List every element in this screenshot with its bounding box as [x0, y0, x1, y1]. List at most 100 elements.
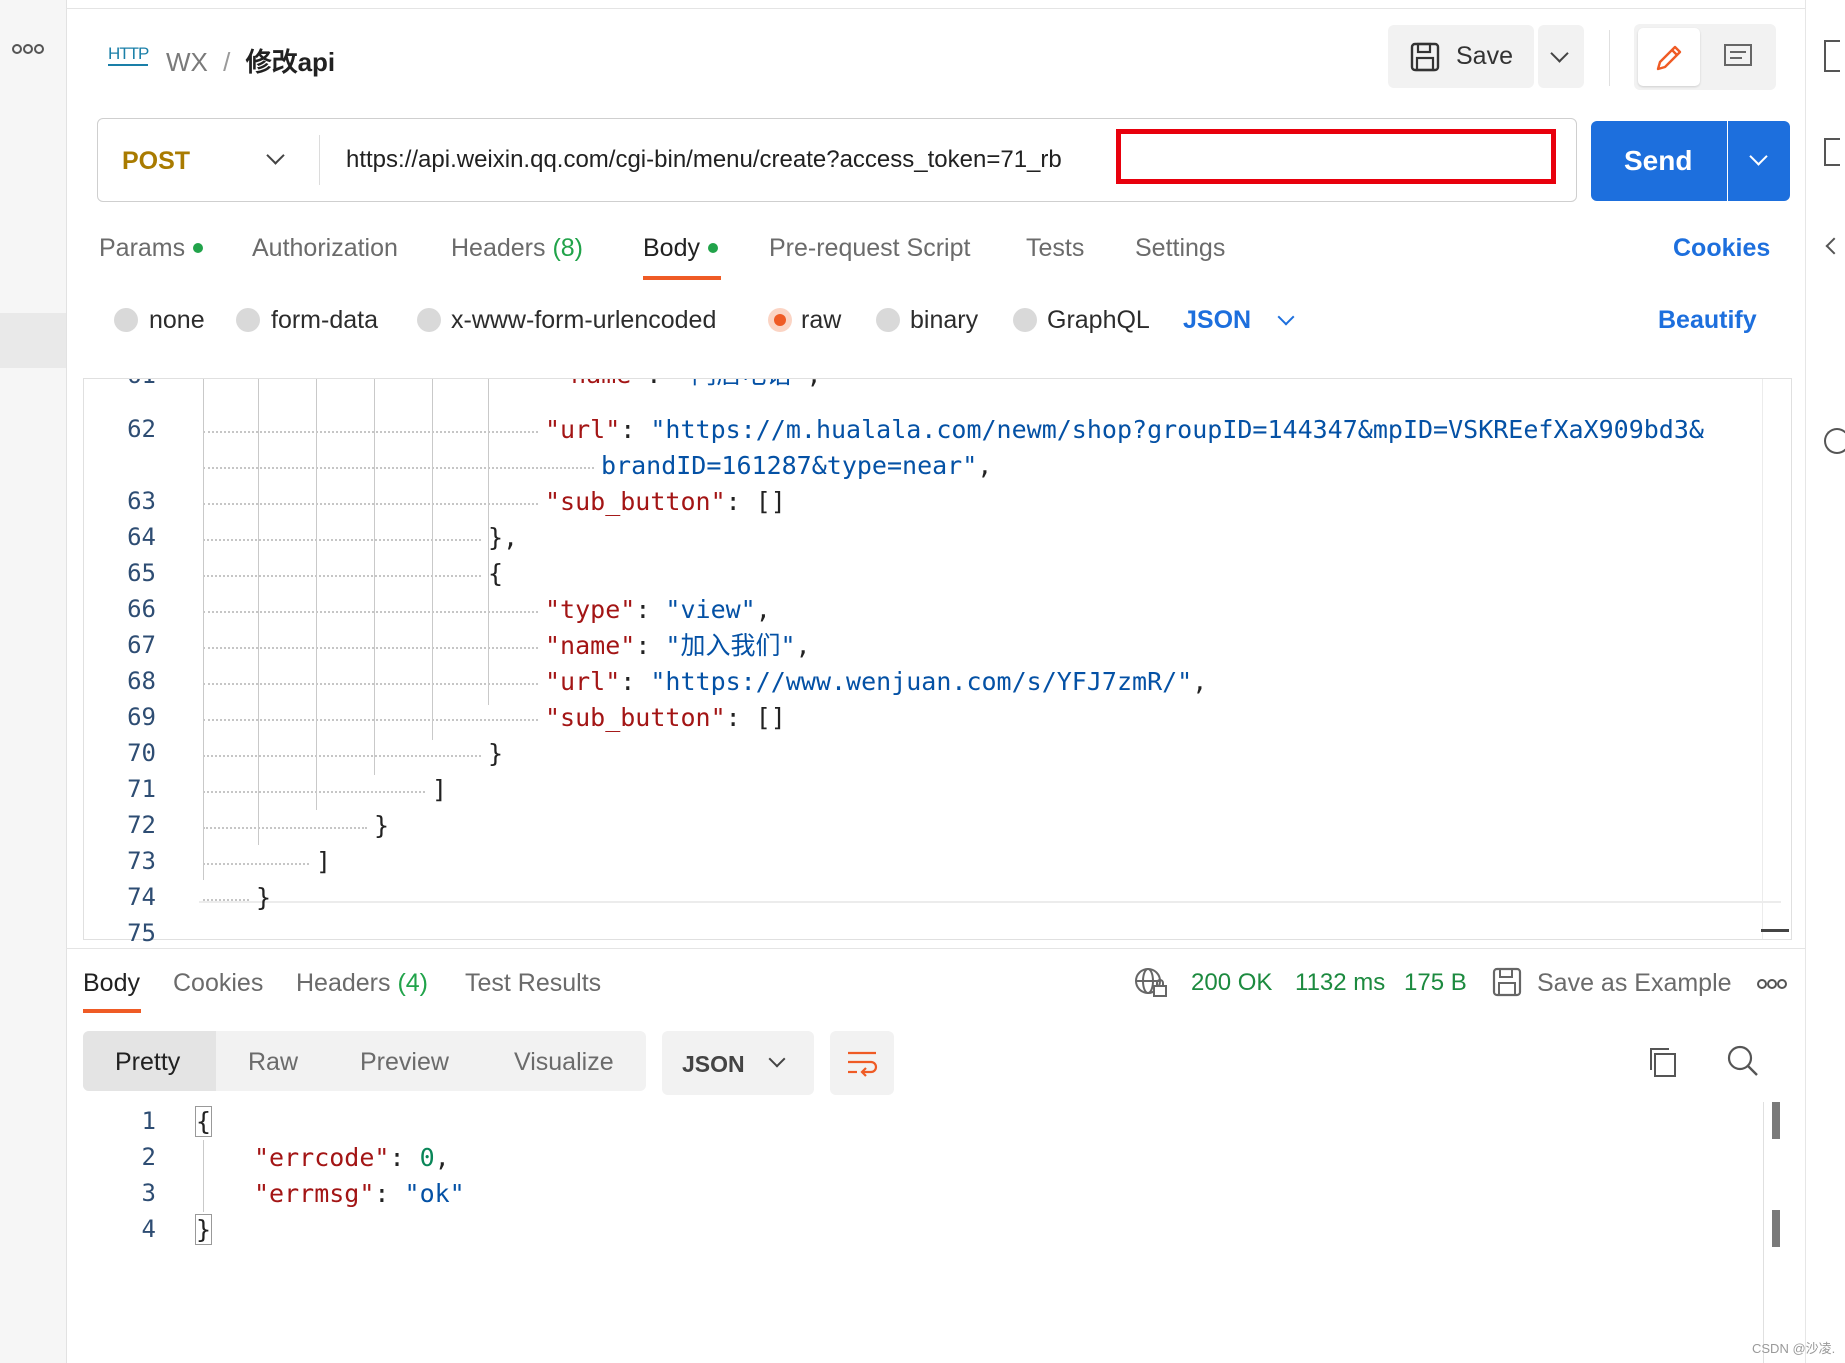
copy-icon[interactable]: [1647, 1045, 1679, 1079]
response-format-label: JSON: [682, 1051, 745, 1077]
code-text: }: [256, 883, 271, 913]
body-format-select[interactable]: JSON: [1183, 306, 1303, 338]
response-tab-cookies[interactable]: Cookies: [173, 969, 263, 998]
document-icon[interactable]: [1824, 40, 1840, 72]
url-input[interactable]: https://api.weixin.qq.com/cgi-bin/menu/c…: [346, 146, 1062, 174]
radio-binary[interactable]: [876, 308, 900, 332]
indent-guide: [488, 379, 489, 705]
json-punct: ,: [977, 451, 993, 480]
json-key: "sub_button": [545, 487, 726, 516]
cookies-link[interactable]: Cookies: [1673, 234, 1770, 263]
radio-raw[interactable]: [768, 308, 792, 332]
json-punct: :: [725, 487, 756, 516]
view-visualize-button[interactable]: Visualize: [514, 1048, 614, 1077]
right-sidebar: [1805, 0, 1845, 1363]
redaction-box: [1116, 129, 1556, 184]
send-button[interactable]: Send: [1591, 121, 1727, 201]
breadcrumb-collection[interactable]: WX: [166, 47, 208, 77]
chevron-down-icon: [768, 1050, 786, 1068]
method-label: POST: [122, 147, 191, 175]
tab-settings[interactable]: Settings: [1135, 234, 1225, 263]
tab-params-label: Params: [99, 234, 186, 262]
tab-tests[interactable]: Tests: [1026, 234, 1084, 263]
response-format-select[interactable]: JSON: [662, 1031, 814, 1095]
json-brace: }: [194, 1214, 213, 1245]
sidebar-selected-item[interactable]: [0, 313, 66, 368]
code-text: brandID=161287&type=near",: [601, 451, 992, 481]
indent-dots: [203, 467, 594, 469]
line-number: 70: [127, 739, 156, 767]
radio-graphql-label: GraphQL: [1047, 306, 1150, 334]
view-pretty-button[interactable]: Pretty: [83, 1031, 216, 1091]
ellipsis-icon[interactable]: [12, 42, 44, 60]
json-punct: ,: [755, 595, 771, 624]
line-number: 66: [127, 595, 156, 623]
response-status[interactable]: 200 OK: [1191, 969, 1272, 997]
json-key: "errcode": [254, 1143, 390, 1172]
response-scroll-track[interactable]: [1763, 1102, 1764, 1363]
response-time[interactable]: 1132 ms: [1295, 969, 1385, 997]
response-scroll-thumb-lower[interactable]: [1772, 1210, 1780, 1247]
method-select[interactable]: POST: [98, 119, 316, 201]
tab-body[interactable]: Body: [643, 234, 718, 263]
json-punct: }: [488, 739, 504, 768]
radio-graphql[interactable]: [1013, 308, 1037, 332]
tab-params[interactable]: Params: [99, 234, 204, 263]
wrap-lines-button[interactable]: [830, 1031, 894, 1095]
left-sidebar: [0, 0, 67, 1363]
response-tab-test-results[interactable]: Test Results: [465, 969, 601, 998]
json-string: "view": [665, 595, 756, 624]
radio-none[interactable]: [114, 308, 138, 332]
globe-lock-icon[interactable]: [1133, 966, 1169, 1000]
save-dropdown-button[interactable]: [1538, 25, 1584, 88]
view-mode-group: Pretty Raw Preview Visualize: [83, 1031, 646, 1091]
json-number: 0: [419, 1143, 435, 1172]
ellipsis-icon[interactable]: [1757, 977, 1787, 995]
radio-urlencoded[interactable]: [417, 308, 441, 332]
request-name[interactable]: 修改api: [246, 47, 336, 77]
editor-scrollbar-thumb[interactable]: [1761, 929, 1789, 932]
json-key: "errmsg": [254, 1179, 375, 1208]
tab-authorization[interactable]: Authorization: [252, 234, 398, 263]
breadcrumb: WX / 修改api: [166, 42, 335, 79]
wrap-lines-icon: [848, 1051, 878, 1077]
chevron-down-icon: [266, 146, 285, 165]
pencil-icon: [1656, 45, 1682, 71]
code-text: "sub_button": []: [545, 487, 786, 517]
chevron-left-icon[interactable]: [1825, 237, 1843, 255]
save-icon: [1492, 967, 1522, 997]
line-number: 69: [127, 703, 156, 731]
save-button[interactable]: Save: [1388, 25, 1534, 88]
code-text: "url": "https://www.wenjuan.com/s/YFJ7zm…: [545, 667, 1207, 697]
json-punct: ]: [316, 847, 332, 876]
comment-icon[interactable]: [1824, 138, 1840, 166]
comment-icon[interactable]: [1722, 42, 1754, 72]
edit-mode-button[interactable]: [1638, 28, 1700, 86]
save-label: Save: [1456, 42, 1513, 70]
line-number: 4: [141, 1215, 156, 1243]
response-tab-headers[interactable]: Headers (4): [296, 969, 428, 998]
view-raw-button[interactable]: Raw: [248, 1048, 298, 1077]
search-icon[interactable]: [1726, 1044, 1760, 1078]
response-tab-body[interactable]: Body: [83, 969, 140, 998]
view-preview-button[interactable]: Preview: [360, 1048, 449, 1077]
indent-dots: [203, 863, 309, 865]
info-icon[interactable]: [1824, 428, 1845, 454]
tab-pre-request-script[interactable]: Pre-request Script: [769, 234, 970, 263]
beautify-link[interactable]: Beautify: [1658, 306, 1757, 335]
tab-headers[interactable]: Headers (8): [451, 234, 583, 263]
tab-body-label: Body: [643, 234, 700, 262]
response-scroll-thumb[interactable]: [1772, 1102, 1780, 1139]
tab-headers-label: Headers: [451, 234, 546, 262]
body-format-label: JSON: [1183, 306, 1252, 334]
json-key: "sub_button": [545, 703, 726, 732]
radio-form-data[interactable]: [236, 308, 260, 332]
json-punct: ,: [1192, 667, 1208, 696]
send-dropdown-button[interactable]: [1728, 121, 1790, 201]
code-text: "name": "加入我们",: [545, 631, 811, 661]
code-text: }: [194, 1214, 213, 1245]
save-as-example-button[interactable]: Save as Example: [1537, 969, 1732, 998]
response-size[interactable]: 175 B: [1404, 969, 1467, 997]
editor-scrollbar-track[interactable]: [1762, 379, 1791, 939]
line-number: 74: [127, 883, 156, 911]
